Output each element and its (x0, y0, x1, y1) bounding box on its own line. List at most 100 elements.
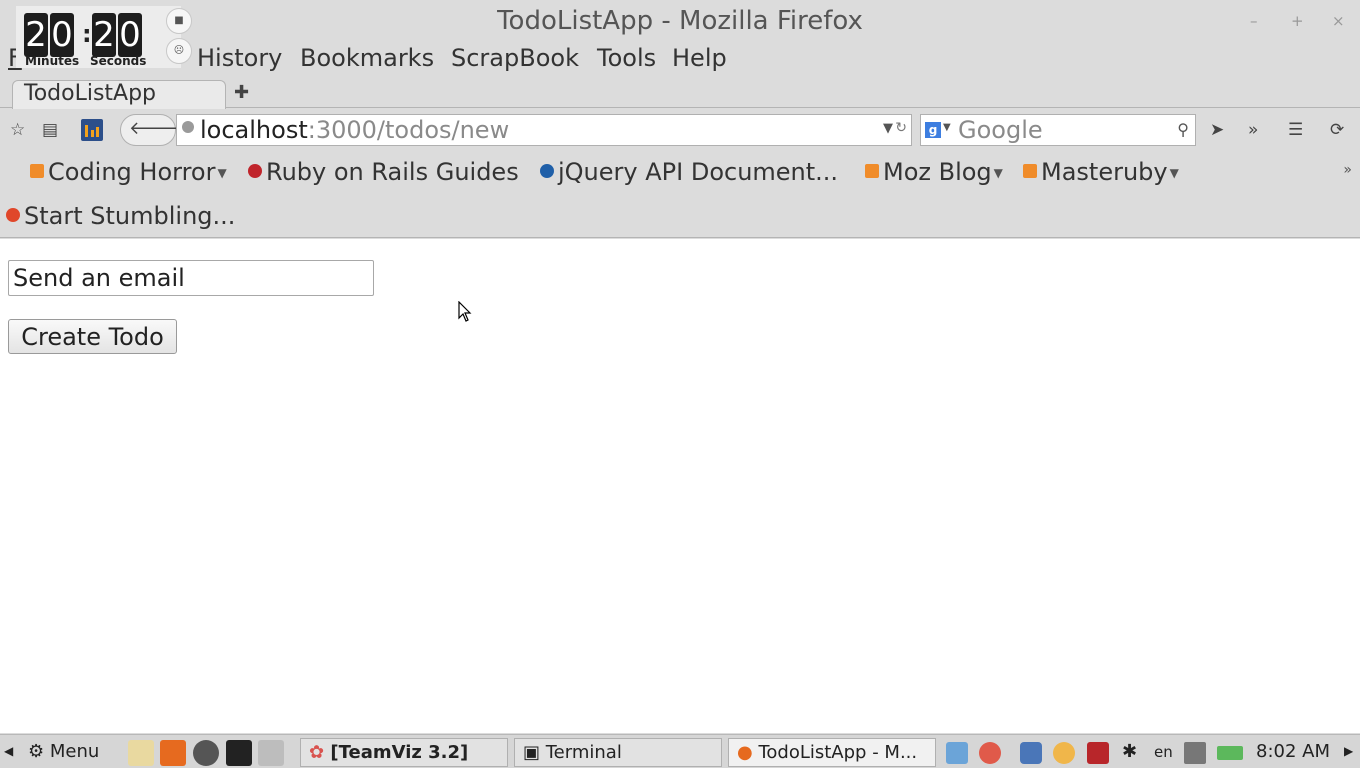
dropdown-caret-icon: ▼ (993, 166, 1003, 180)
timer-separator: : (82, 20, 92, 48)
menu-bar: F r History Bookmarks ScrapBook Tools He… (0, 44, 1360, 78)
bookmark-ruby-on-rails-guides[interactable]: Ruby on Rails Guides (248, 158, 519, 186)
gear-icon: ⚙ (28, 741, 45, 762)
rss-icon (1023, 164, 1037, 178)
todo-title-input[interactable] (8, 260, 374, 296)
window-label: [TeamViz 3.2] (330, 742, 469, 763)
dropdown-caret-icon: ▼ (1169, 166, 1179, 180)
bookmark-start-stumbling[interactable]: Start Stumbling... (6, 202, 235, 230)
menu-history[interactable]: History (197, 44, 282, 72)
url-history-dropdown-icon[interactable]: ▼ (883, 121, 893, 136)
dropdown-caret-icon: ▼ (217, 166, 227, 180)
blocked-icon[interactable] (1087, 742, 1109, 764)
reload-icon[interactable]: ↻ (895, 120, 907, 136)
send-icon[interactable]: ➤ (1210, 120, 1224, 140)
teamviz-icon: ✿ (309, 742, 325, 763)
bookmark-label: Start Stumbling... (24, 202, 236, 230)
taskbar-left-arrow-icon[interactable]: ◀ (4, 744, 13, 758)
bookmark-coding-horror[interactable]: Coding Horror ▼ (30, 158, 227, 186)
page-content: Create Todo (0, 239, 1360, 733)
back-forward-group: 🡐 🡒 (120, 114, 203, 146)
taskbar-menu-button[interactable]: ⚙ Menu (28, 741, 99, 762)
overflow-chevron-icon[interactable]: » (1248, 120, 1258, 140)
timer-seconds-label: Seconds (90, 54, 147, 68)
bookmark-star-icon[interactable]: ☆ (10, 120, 25, 140)
audio-player-launcher-icon[interactable] (193, 740, 219, 766)
create-todo-button[interactable]: Create Todo (8, 319, 177, 354)
taskbar-window-terminal[interactable]: ▣ Terminal (514, 738, 722, 767)
hamburger-menu-icon[interactable]: ☰ (1288, 120, 1303, 140)
weather-icon[interactable] (1053, 742, 1075, 764)
url-text[interactable]: localhost:3000/todos/new (200, 116, 509, 144)
navigation-toolbar: ☆ ▤ 🡐 🡒 localhost:3000/todos/new ▼ ↻ g ▼… (0, 108, 1360, 152)
tab-strip: TodoListApp ✚ (0, 78, 1360, 109)
timer-face-button[interactable]: ☹ (166, 38, 192, 64)
terminal-launcher-icon[interactable] (226, 740, 252, 766)
search-bar[interactable]: g ▼ Google ⚲ (920, 114, 1196, 146)
clock[interactable]: 8:02 AM (1256, 741, 1330, 762)
timer-minutes-label: Minutes (25, 54, 80, 68)
menu-bookmarks[interactable]: Bookmarks (300, 44, 434, 72)
bookmarks-overflow-icon[interactable]: » (1343, 162, 1352, 178)
timer-digit: 0 (50, 13, 74, 57)
bookmark-label: Masteruby (1041, 158, 1168, 186)
menu-label: Menu (49, 741, 100, 762)
terminal-icon: ▣ (523, 742, 541, 763)
mouse-pointer-icon (458, 301, 472, 322)
window-titlebar: TodoListApp - Mozilla Firefox – + × (0, 0, 1360, 44)
menu-help[interactable]: Help (672, 44, 727, 72)
taskbar-window-teamviz[interactable]: ✿ [TeamViz 3.2] (300, 738, 508, 767)
timer-digit: 0 (118, 13, 142, 57)
window-label: TodoListApp - M... (758, 742, 918, 763)
dropbox-icon[interactable] (946, 742, 968, 764)
minimize-button[interactable]: – (1250, 12, 1258, 30)
bookmarks-toolbar: Coding Horror ▼ Ruby on Rails Guides jQue… (0, 152, 1360, 238)
shield-icon[interactable] (1020, 742, 1042, 764)
search-engine-dropdown-icon[interactable]: ▼ (943, 122, 951, 133)
close-button[interactable]: × (1332, 12, 1345, 30)
ruby-icon (248, 164, 262, 178)
taskbar-right-arrow-icon[interactable]: ▶ (1344, 744, 1353, 758)
microphone-icon[interactable] (979, 742, 1001, 764)
reader-list-icon[interactable]: ▤ (42, 120, 58, 140)
new-tab-button[interactable]: ✚ (234, 82, 249, 103)
url-bar[interactable]: localhost:3000/todos/new ▼ ↻ (176, 114, 912, 146)
bookmark-label: Coding Horror (48, 158, 216, 186)
jquery-icon (540, 164, 554, 178)
google-engine-icon[interactable]: g (925, 122, 941, 138)
search-icon[interactable]: ⚲ (1177, 120, 1189, 139)
maximize-button[interactable]: + (1291, 12, 1304, 30)
search-input[interactable]: Google (958, 116, 1043, 144)
url-path: :3000/todos/new (307, 116, 510, 144)
taskbar-window-firefox[interactable]: ● TodoListApp - M... (728, 738, 936, 767)
bookmark-jquery-api[interactable]: jQuery API Document... (540, 158, 838, 186)
bookmark-label: Moz Blog (883, 158, 992, 186)
text-editor-launcher-icon[interactable] (128, 740, 154, 766)
bluetooth-icon[interactable]: ✱ (1122, 741, 1137, 762)
stumbleupon-icon (6, 208, 20, 222)
firefox-launcher-icon[interactable] (160, 740, 186, 766)
battery-icon[interactable] (1217, 746, 1243, 760)
keyboard-layout-indicator[interactable]: en (1154, 743, 1173, 761)
menu-scrapbook[interactable]: ScrapBook (451, 44, 579, 72)
timer-seconds: 2 0 (92, 13, 142, 57)
network-signal-icon[interactable] (1184, 742, 1206, 764)
taskbar: ◀ ⚙ Menu ✿ [TeamViz 3.2] ▣ Terminal ● To… (0, 734, 1360, 768)
url-host: localhost (200, 116, 308, 144)
menu-tools[interactable]: Tools (597, 44, 656, 72)
bookmark-masteruby[interactable]: Masteruby ▼ (1023, 158, 1179, 186)
timer-widget: 2 0 : 2 0 Minutes Seconds ■ ☹ (16, 6, 192, 68)
window-label: Terminal (545, 742, 622, 763)
stats-icon[interactable] (81, 119, 103, 141)
tab-todolistapp[interactable]: TodoListApp (12, 80, 226, 109)
sync-icon[interactable]: ⟳ (1330, 120, 1344, 140)
site-identity-icon[interactable] (182, 121, 194, 133)
firefox-icon: ● (737, 742, 753, 763)
rss-icon (865, 164, 879, 178)
bookmark-label: jQuery API Document... (558, 158, 839, 186)
bookmark-moz-blog[interactable]: Moz Blog ▼ (865, 158, 1003, 186)
timer-stop-button[interactable]: ■ (166, 8, 192, 34)
timer-digit: 2 (24, 13, 48, 57)
window-title: TodoListApp - Mozilla Firefox (497, 6, 863, 36)
app-launcher-icon[interactable] (258, 740, 284, 766)
